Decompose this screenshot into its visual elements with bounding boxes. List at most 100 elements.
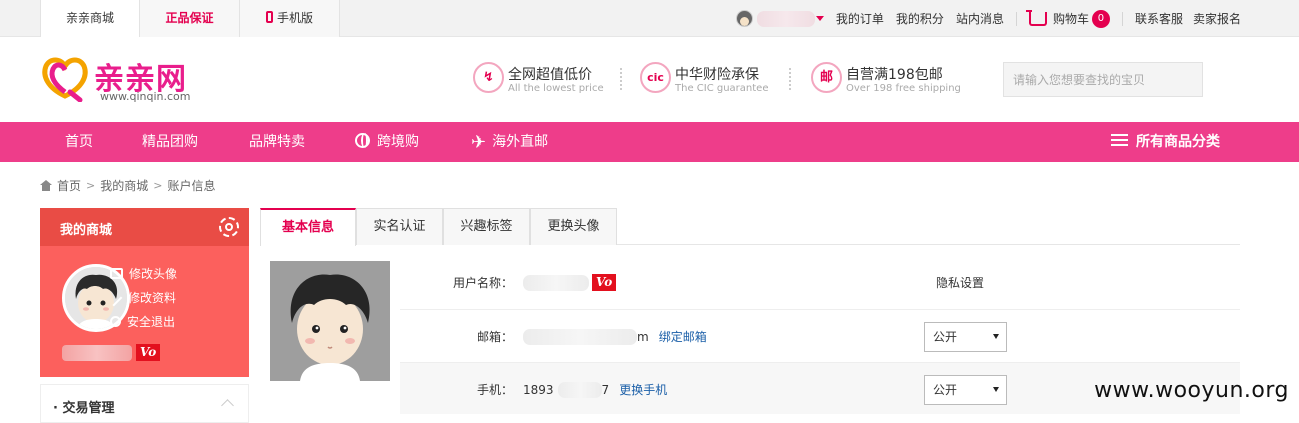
chevron-down-icon[interactable] bbox=[815, 16, 824, 21]
logout-link[interactable]: 安全退出 bbox=[110, 313, 175, 330]
promo-subtitle: All the lowest price bbox=[508, 83, 604, 94]
logo-mark-icon bbox=[42, 57, 88, 102]
cart-icon[interactable] bbox=[1025, 9, 1047, 26]
gear-icon[interactable] bbox=[219, 217, 239, 237]
logout-label: 安全退出 bbox=[127, 315, 176, 329]
all-categories-label: 所有商品分类 bbox=[1136, 134, 1220, 150]
watermark: www.wooyun.org bbox=[1094, 378, 1289, 403]
plane-icon: ✈ bbox=[471, 132, 487, 153]
power-icon bbox=[110, 316, 121, 327]
phone-prefix: 1893 bbox=[523, 382, 554, 397]
globe-icon bbox=[355, 133, 370, 148]
tab-interest-tags[interactable]: 兴趣标签 bbox=[443, 208, 530, 245]
vip-badge: Vo bbox=[592, 274, 617, 291]
promo-title: 中华财险承保 bbox=[675, 67, 759, 83]
phone-value: 1893 7 更换手机 bbox=[523, 381, 667, 398]
dropdown-arrow-icon bbox=[993, 387, 999, 392]
email-blurred bbox=[523, 328, 637, 345]
account-tabs: 基本信息 实名认证 兴趣标签 更换头像 bbox=[260, 208, 1240, 246]
avatar-face-icon bbox=[270, 261, 390, 381]
privacy-settings-title: 隐私设置 bbox=[936, 276, 985, 290]
divider bbox=[789, 68, 791, 90]
user-avatar[interactable] bbox=[735, 10, 753, 27]
nav-cross-border-label: 跨境购 bbox=[377, 134, 419, 150]
camera-icon bbox=[110, 268, 123, 279]
tab-real-name[interactable]: 实名认证 bbox=[356, 208, 443, 245]
tab-mobile-version[interactable]: 手机版 bbox=[240, 0, 340, 37]
nav-home[interactable]: 首页 bbox=[65, 122, 93, 162]
nav-group-buy[interactable]: 精品团购 bbox=[142, 122, 198, 162]
sidebar-header: 我的商城 bbox=[40, 208, 249, 246]
phone-label: 手机： bbox=[476, 383, 513, 397]
tab-genuine-guarantee[interactable]: 正品保证 bbox=[140, 0, 240, 37]
main-nav: 首页 精品团购 品牌特卖 跨境购 ✈ 海外直邮 所有商品分类 bbox=[0, 122, 1299, 162]
sidebar-username-blurred bbox=[62, 345, 132, 361]
username-row: 用户名称： Vo 隐私设置 bbox=[400, 256, 1240, 308]
tab-change-avatar[interactable]: 更换头像 bbox=[530, 208, 617, 245]
chevron-up-icon[interactable] bbox=[221, 399, 234, 412]
cart-link[interactable]: 购物车 bbox=[1053, 10, 1089, 27]
edit-profile-link[interactable]: 修改资料 bbox=[109, 289, 177, 307]
breadcrumb-my-mall[interactable]: 我的商城 bbox=[100, 177, 148, 194]
promo-subtitle: The CIC guarantee bbox=[675, 83, 769, 94]
promo-title: 自营满198包邮 bbox=[846, 67, 943, 83]
email-row: 邮箱： m 绑定邮箱 公开 bbox=[400, 309, 1240, 361]
top-bar: 亲亲商城 正品保证 手机版 我的订单 我的积分 站内消息 购物车 0 联系客服 … bbox=[0, 0, 1299, 37]
phone-blurred bbox=[557, 381, 602, 398]
chevron-right-icon: > bbox=[153, 178, 163, 192]
email-privacy-select[interactable]: 公开 bbox=[924, 322, 1007, 352]
vip-badge: Vo bbox=[136, 344, 161, 361]
phone-privacy-select[interactable]: 公开 bbox=[924, 375, 1007, 405]
phone-suffix: 7 bbox=[601, 382, 610, 397]
username-blurred[interactable] bbox=[756, 10, 815, 27]
breadcrumb: 首页 > 我的商城 > 账户信息 bbox=[40, 177, 215, 193]
divider bbox=[1015, 11, 1017, 26]
mail-icon: 邮 bbox=[811, 62, 842, 93]
tab-basic-info[interactable]: 基本信息 bbox=[260, 208, 356, 246]
edit-profile-label: 修改资料 bbox=[128, 291, 177, 305]
email-label: 邮箱： bbox=[476, 330, 513, 344]
site-messages-link[interactable]: 站内消息 bbox=[956, 10, 1004, 27]
change-avatar-label: 修改头像 bbox=[129, 267, 178, 281]
dropdown-arrow-icon bbox=[993, 334, 999, 339]
site-logo[interactable]: 亲亲网 www.qinqin.com bbox=[40, 52, 210, 108]
logo-url: www.qinqin.com bbox=[100, 90, 191, 103]
username-value: Vo bbox=[523, 274, 617, 291]
all-categories-button[interactable]: 所有商品分类 bbox=[1111, 122, 1220, 162]
search-input[interactable] bbox=[1003, 62, 1203, 97]
nav-cross-border[interactable]: 跨境购 bbox=[355, 122, 419, 162]
sidebar-title: 我的商城 bbox=[60, 223, 113, 238]
bind-email-link[interactable]: 绑定邮箱 bbox=[659, 328, 707, 345]
list-icon bbox=[1111, 134, 1128, 147]
username-blurred bbox=[523, 274, 589, 291]
breadcrumb-home[interactable]: 首页 bbox=[57, 177, 81, 194]
sidebar-item-transaction-management[interactable]: · 交易管理 bbox=[40, 384, 249, 423]
my-points-link[interactable]: 我的积分 bbox=[896, 10, 944, 27]
user-links: 我的订单 我的积分 站内消息 购物车 0 联系客服 卖家报名 bbox=[735, 0, 1241, 37]
my-orders-link[interactable]: 我的订单 bbox=[836, 10, 884, 27]
promo-subtitle: Over 198 free shipping bbox=[846, 83, 961, 94]
sidebar-item-label: · 交易管理 bbox=[53, 401, 115, 416]
tab-qinqin-mall[interactable]: 亲亲商城 bbox=[40, 0, 140, 37]
email-value: m 绑定邮箱 bbox=[523, 328, 707, 345]
change-avatar-link[interactable]: 修改头像 bbox=[110, 265, 177, 282]
phone-icon bbox=[265, 11, 273, 23]
username-label: 用户名称： bbox=[452, 276, 513, 290]
price-down-icon: ↯ bbox=[473, 62, 504, 93]
chevron-right-icon: > bbox=[86, 178, 96, 192]
nav-overseas-direct[interactable]: ✈ 海外直邮 bbox=[471, 122, 548, 162]
email-privacy-value: 公开 bbox=[933, 330, 958, 344]
contact-service-link[interactable]: 联系客服 bbox=[1135, 10, 1183, 27]
seller-signup-link[interactable]: 卖家报名 bbox=[1193, 10, 1241, 27]
insurance-icon: cic bbox=[640, 62, 671, 93]
change-phone-link[interactable]: 更换手机 bbox=[619, 381, 667, 398]
nav-brand-sale[interactable]: 品牌特卖 bbox=[249, 122, 305, 162]
nav-overseas-label: 海外直邮 bbox=[492, 134, 549, 150]
divider bbox=[620, 68, 622, 90]
phone-privacy-value: 公开 bbox=[933, 383, 958, 397]
cart-count-badge: 0 bbox=[1091, 9, 1110, 28]
breadcrumb-account-info: 账户信息 bbox=[167, 178, 216, 193]
email-tail: m bbox=[637, 329, 649, 344]
pencil-icon bbox=[109, 293, 123, 307]
profile-avatar bbox=[270, 261, 390, 381]
